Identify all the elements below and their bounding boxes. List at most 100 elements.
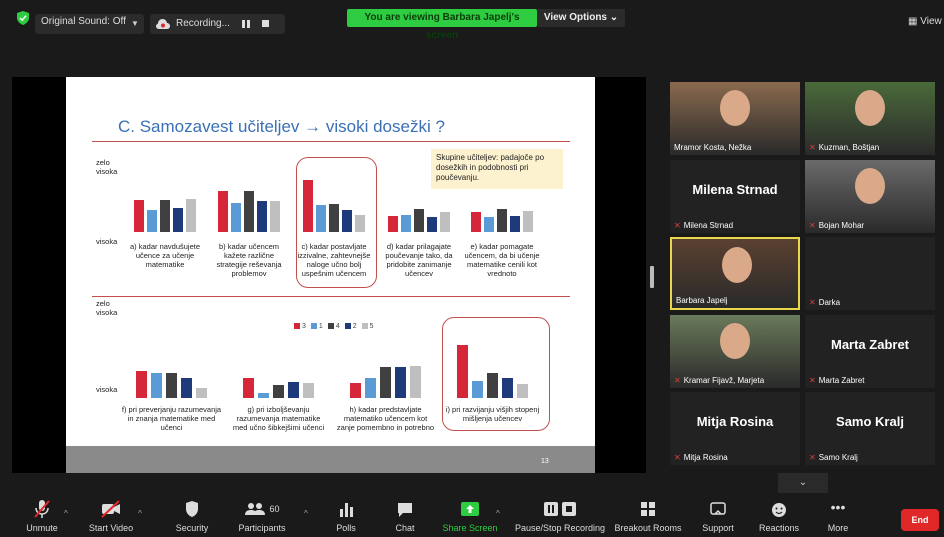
bottom-bar-1-0 [243, 378, 254, 398]
participant-name-text: Samo Kralj [818, 453, 858, 462]
slide-title-underline [92, 141, 570, 142]
top-bar-0-3 [173, 208, 183, 232]
reactions-button[interactable]: Reactions [754, 499, 804, 533]
panel-splitter-handle[interactable] [650, 266, 654, 288]
top-bar-1-1 [231, 203, 241, 232]
participant-name-text: Darka [818, 298, 841, 307]
participant-tile[interactable]: Mramor Kosta, Nežka [670, 82, 800, 155]
participant-tile[interactable]: Milena Strnad ✕ Milena Strnad [670, 160, 800, 233]
pause-recording-icon[interactable] [242, 20, 250, 28]
recording-label: Recording... [176, 18, 230, 29]
legend-swatch [310, 323, 317, 330]
legend-item-5: 5 [361, 323, 374, 330]
slide-footer [66, 446, 595, 473]
muted-microphone-icon: ✕ [809, 221, 816, 230]
participant-tile[interactable]: ✕ Bojan Mohar [805, 160, 935, 233]
muted-microphone-icon: ✕ [809, 143, 816, 152]
participants-label: Participants [238, 523, 286, 533]
bottom-bar-1-4 [303, 383, 314, 398]
legend-item-1: 1 [310, 323, 323, 330]
view-button[interactable]: ▦ View [908, 16, 942, 27]
participant-tile[interactable]: Marta Zabret ✕ Marta Zabret [805, 315, 935, 388]
participant-tile[interactable]: Barbara Japelj [670, 237, 800, 310]
legend-swatch [327, 323, 334, 330]
shield-icon [186, 501, 198, 517]
participant-face [855, 90, 885, 126]
participant-name-text: Mitja Rosina [683, 453, 728, 462]
muted-microphone-icon: ✕ [809, 376, 816, 385]
reactions-label: Reactions [758, 523, 800, 533]
view-options-button[interactable]: View Options ⌄ [537, 9, 625, 27]
participant-tile[interactable]: Mitja Rosina ✕ Mitja Rosina [670, 392, 800, 465]
unmute-button[interactable]: Unmute [22, 499, 62, 533]
participant-name-text: Bojan Mohar [818, 221, 865, 230]
original-sound-button[interactable]: Original Sound: Off [35, 14, 132, 34]
audio-options-caret[interactable]: ^ [64, 509, 68, 518]
participant-tile[interactable]: ✕ Darka [805, 237, 935, 310]
top-bar-0-2 [160, 200, 170, 232]
top-bar-1-0 [218, 191, 228, 232]
top-bar-4-3 [510, 216, 520, 232]
breakout-rooms-button[interactable]: Breakout Rooms [612, 499, 684, 533]
participant-tile[interactable]: Samo Kralj ✕ Samo Kralj [805, 392, 935, 465]
gallery-next-page-button[interactable]: ⌄ [778, 473, 828, 493]
shared-screen: C. Samozavest učiteljev → visoki dosežki… [12, 77, 646, 473]
stop-recording-icon[interactable] [262, 20, 269, 27]
shield-check-icon [17, 11, 29, 25]
bottom-category-label-0: f) pri preverjanju razumevanja in znanja… [121, 405, 222, 432]
top-category-label-3: d) kadar prilagajate poučevanje tako, da… [385, 242, 453, 278]
axis-label-top-high: zelo visoka [96, 158, 118, 176]
participant-name: ✕ Bojan Mohar [809, 221, 864, 230]
participant-name-text: Kuzman, Boštjan [818, 143, 880, 152]
bottom-bar-0-4 [196, 388, 207, 398]
participants-button[interactable]: 60 Participants [230, 499, 294, 533]
pause-stop-recording-button[interactable]: Pause/Stop Recording [510, 499, 610, 533]
participant-tile[interactable]: ✕ Kuzman, Boštjan [805, 82, 935, 155]
security-button[interactable]: Security [172, 499, 212, 533]
muted-microphone-icon: ✕ [674, 453, 681, 462]
bottom-bar-0-2 [166, 373, 177, 398]
participant-tile[interactable]: ✕ Kramar Fijavž, Marjeta [670, 315, 800, 388]
polls-button[interactable]: Polls [328, 499, 364, 533]
bottom-bar-2-4 [410, 366, 421, 398]
top-bar-1-3 [257, 201, 267, 232]
chat-button[interactable]: Chat [388, 499, 422, 533]
participant-face [720, 90, 750, 126]
support-cast-icon [710, 502, 726, 515]
participant-face [722, 247, 752, 283]
video-options-caret[interactable]: ^ [138, 509, 142, 518]
bottom-bar-2-3 [395, 367, 406, 398]
more-dots-icon: ••• [830, 499, 846, 515]
participant-name-text: Milena Strnad [683, 221, 734, 230]
zoom-window: Original Sound: Off ▼ Recording... You a… [0, 0, 944, 537]
view-label: View [920, 16, 942, 27]
share-screen-button[interactable]: Share Screen [440, 499, 500, 533]
video-camera-off-icon [101, 500, 120, 518]
bottom-bar-2-0 [350, 383, 361, 398]
end-meeting-button[interactable]: End [901, 509, 939, 531]
share-options-caret[interactable]: ^ [496, 509, 500, 518]
participants-options-caret[interactable]: ^ [304, 509, 308, 518]
support-label: Support [702, 523, 734, 533]
slide-title: C. Samozavest učiteljev → visoki dosežki… [118, 117, 445, 136]
top-bar-1-4 [270, 201, 280, 232]
support-button[interactable]: Support [698, 499, 738, 533]
muted-microphone-icon: ✕ [809, 298, 816, 307]
legend-label: 5 [369, 323, 374, 330]
chevron-down-icon: ▼ [131, 19, 139, 28]
bottom-bar-2-1 [365, 378, 376, 398]
start-video-button[interactable]: Start Video [85, 499, 137, 533]
reactions-emoji-icon [772, 503, 786, 517]
participant-name-text: Barbara Japelj [676, 296, 728, 305]
top-category-label-4: e) kadar pomagate učencem, da bi učenje … [464, 242, 540, 278]
original-sound-menu-button[interactable]: ▼ [126, 14, 144, 34]
more-button[interactable]: ••• More [818, 499, 858, 533]
top-bar-3-4 [440, 212, 450, 232]
highlight-box-c [296, 157, 377, 288]
participants-count: 60 [269, 504, 280, 514]
bottom-bar-2-2 [380, 367, 391, 398]
top-bar-4-2 [497, 209, 507, 232]
top-bar-0-1 [147, 210, 157, 232]
microphone-muted-icon [34, 500, 50, 518]
legend-label: 1 [318, 323, 323, 330]
